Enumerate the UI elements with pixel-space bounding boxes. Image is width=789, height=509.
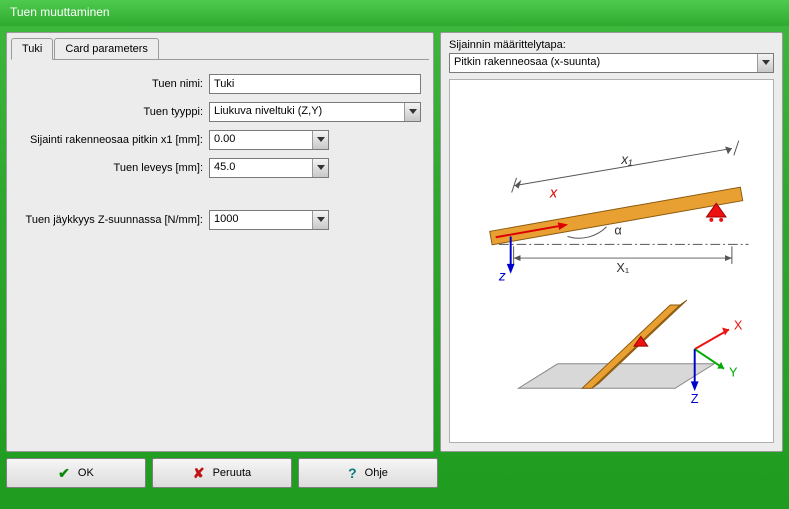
diag-X1-label: X₁	[616, 260, 629, 275]
chevron-down-icon[interactable]	[312, 159, 328, 177]
tab-card-parameters[interactable]: Card parameters	[54, 38, 159, 60]
diag-x1-label: x₁	[620, 152, 632, 167]
type-value: Liukuva niveltuki (Z,Y)	[210, 103, 404, 121]
check-icon: ✔	[58, 465, 70, 482]
cancel-label: Peruuta	[213, 467, 252, 479]
ok-button[interactable]: ✔ OK	[6, 458, 146, 488]
stiffness-label: Tuen jäykkyys Z-suunnassa [N/mm]:	[19, 214, 209, 226]
location-method-value: Pitkin rakenneosaa (x-suunta)	[450, 54, 757, 72]
tab-body: Tuen nimi: Tuen tyyppi: Liukuva niveltuk…	[11, 59, 429, 451]
diag-x-label: x	[549, 185, 558, 201]
stiffness-value: 1000	[210, 211, 312, 229]
x1-combo[interactable]: 0.00	[209, 130, 329, 150]
location-method-label: Sijainnin määrittelytapa:	[441, 33, 782, 53]
window-titlebar: Tuen muuttaminen	[0, 0, 789, 26]
axis-z-label: Z	[691, 391, 699, 406]
name-input[interactable]	[209, 74, 421, 94]
diag-alpha-label: α	[614, 223, 621, 238]
chevron-down-icon[interactable]	[404, 103, 420, 121]
help-label: Ohje	[365, 467, 388, 479]
type-combo[interactable]: Liukuva niveltuki (Z,Y)	[209, 102, 421, 122]
button-bar: ✔ OK ✘ Peruuta ? Ohje	[0, 458, 789, 494]
width-label: Tuen leveys [mm]:	[19, 162, 209, 174]
chevron-down-icon[interactable]	[757, 54, 773, 72]
cancel-button[interactable]: ✘ Peruuta	[152, 458, 292, 488]
cross-icon: ✘	[193, 465, 205, 482]
diag-z-label: z	[498, 269, 506, 284]
axis-y-label: Y	[729, 364, 738, 379]
help-icon: ?	[348, 465, 357, 481]
location-method-combo[interactable]: Pitkin rakenneosaa (x-suunta)	[449, 53, 774, 73]
type-label: Tuen tyyppi:	[19, 106, 209, 118]
tab-tuki[interactable]: Tuki	[11, 38, 53, 60]
right-panel: Sijainnin määrittelytapa: Pitkin rakenne…	[440, 32, 783, 452]
chevron-down-icon[interactable]	[312, 131, 328, 149]
x1-label: Sijainti rakenneosaa pitkin x1 [mm]:	[19, 134, 209, 146]
width-combo[interactable]: 45.0	[209, 158, 329, 178]
tab-label: Tuki	[22, 43, 42, 55]
chevron-down-icon[interactable]	[312, 211, 328, 229]
name-label: Tuen nimi:	[19, 78, 209, 90]
diagram: x x₁ α	[449, 79, 774, 443]
axis-x-label: X	[734, 318, 743, 333]
window-title: Tuen muuttaminen	[10, 5, 110, 19]
ok-label: OK	[78, 467, 94, 479]
x1-value: 0.00	[210, 131, 312, 149]
left-panel: Tuki Card parameters Tuen nimi: Tuen tyy…	[6, 32, 434, 452]
stiffness-combo[interactable]: 1000	[209, 210, 329, 230]
tab-label: Card parameters	[65, 43, 148, 55]
help-button[interactable]: ? Ohje	[298, 458, 438, 488]
tab-strip: Tuki Card parameters	[7, 33, 433, 59]
width-value: 45.0	[210, 159, 312, 177]
